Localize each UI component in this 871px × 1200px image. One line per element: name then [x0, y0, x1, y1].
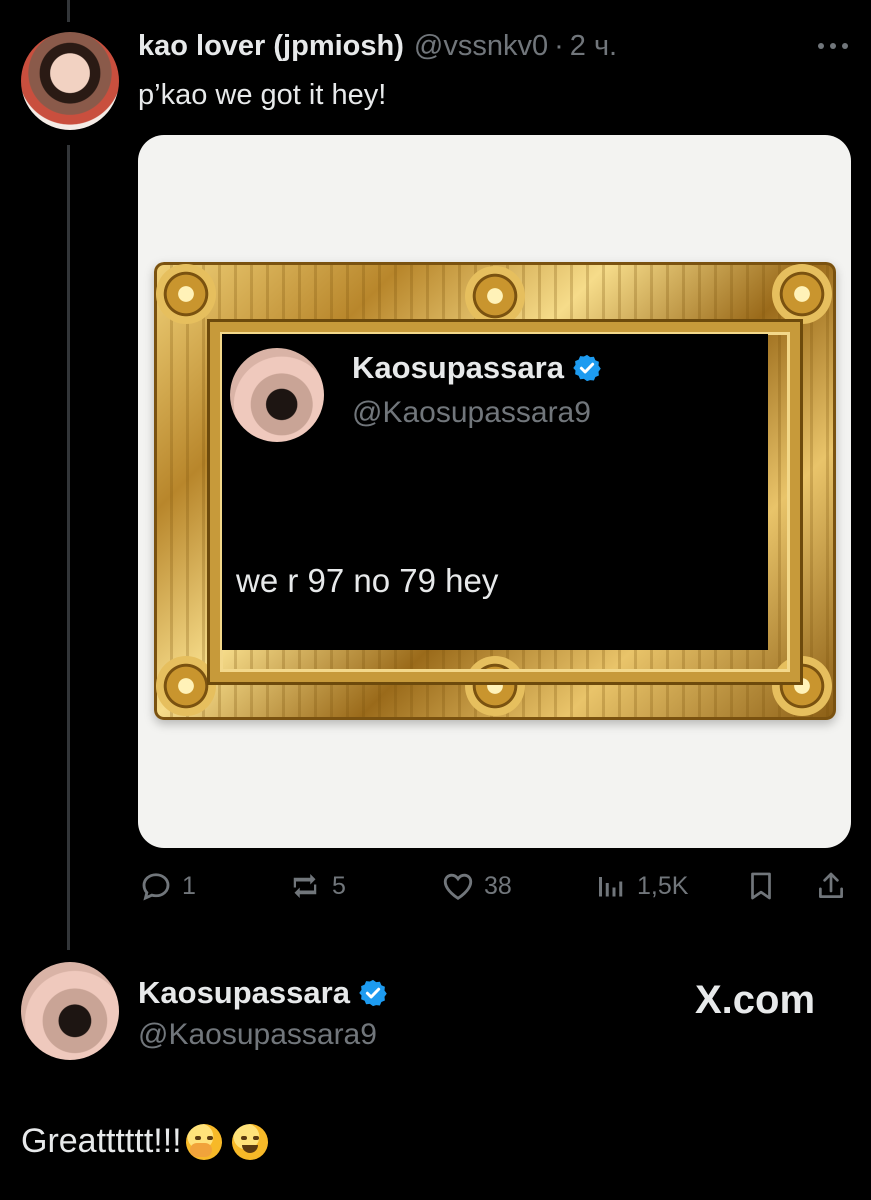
rolling-laughing-emoji	[231, 1123, 268, 1160]
repost-icon	[293, 874, 317, 898]
frame-ornament	[772, 264, 832, 324]
user-avatar[interactable]	[21, 32, 119, 130]
reply-text: Greatttttt!!!	[21, 1122, 182, 1160]
reply-icon	[142, 873, 170, 901]
views-button[interactable]: 1,5K	[593, 866, 688, 906]
author-handle[interactable]: @vssnkv0	[414, 30, 548, 63]
reply-author-name[interactable]: Kaosupassara	[138, 975, 350, 1011]
thread-line	[67, 145, 70, 950]
repost-button[interactable]: 5	[286, 866, 346, 906]
frame-ornament	[156, 656, 216, 716]
views-count: 1,5K	[637, 871, 689, 900]
verified-badge-icon	[573, 354, 601, 382]
hand-over-mouth-emoji	[185, 1123, 222, 1160]
reply-author-handle[interactable]: @Kaosupassara9	[138, 1018, 377, 1052]
reply-count: 1	[182, 871, 196, 900]
bookmark-button[interactable]	[744, 866, 778, 906]
reply-author[interactable]: Kaosupassara	[138, 975, 388, 1011]
more-horizontal-icon[interactable]	[818, 40, 848, 52]
reply-button[interactable]: 1	[138, 866, 196, 906]
views-icon	[599, 877, 623, 897]
bookmark-icon	[751, 872, 771, 900]
embedded-author-name: Kaosupassara	[352, 350, 564, 385]
share-icon	[819, 872, 843, 898]
frame-ornament	[156, 264, 216, 324]
like-count: 38	[484, 871, 512, 900]
action-bar: 1 5 38 1,5K	[138, 866, 851, 906]
author-name[interactable]: kao lover (jpmiosh)	[138, 30, 404, 63]
like-button[interactable]: 38	[440, 866, 512, 906]
post-time[interactable]: 2 ч.	[570, 30, 617, 63]
thread-line	[67, 0, 70, 22]
verified-badge-icon	[359, 979, 387, 1007]
reply-text-line: Greatttttt!!!	[21, 1122, 268, 1161]
post-header: kao lover (jpmiosh) @vssnkv0 · 2 ч.	[138, 30, 617, 63]
repost-count: 5	[332, 871, 346, 900]
embedded-avatar	[230, 348, 324, 442]
embedded-author-handle: @Kaosupassara9	[352, 396, 591, 429]
post-text: p’kao we got it hey!	[138, 79, 387, 111]
share-button[interactable]	[814, 866, 848, 906]
frame-ornament	[465, 266, 525, 326]
like-icon	[443, 873, 473, 900]
separator: ·	[554, 30, 564, 62]
embedded-author: Kaosupassara	[352, 350, 602, 386]
embedded-post-text: we r 97 no 79 hey	[236, 562, 499, 599]
x-com-watermark: X.com	[695, 978, 816, 1022]
reply-avatar[interactable]	[21, 962, 119, 1060]
